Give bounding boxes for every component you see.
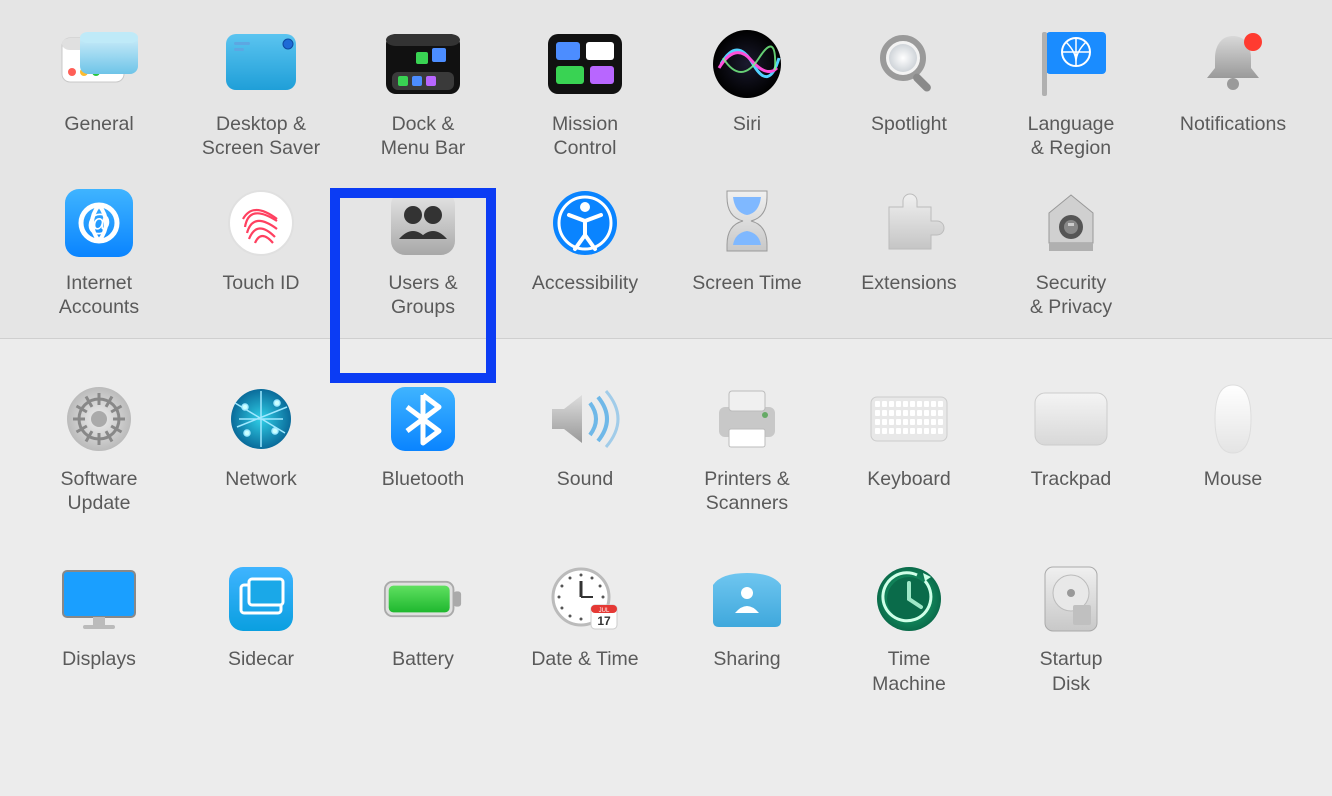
prefpane-label: Battery bbox=[392, 647, 454, 671]
prefpane-language-region[interactable]: Language & Region bbox=[990, 20, 1152, 161]
accessibility-icon bbox=[545, 183, 625, 263]
prefpane-touch-id[interactable]: Touch ID bbox=[180, 179, 342, 320]
prefpane-internet-accounts[interactable]: @ Internet Accounts bbox=[18, 179, 180, 320]
prefpane-label: Time Machine bbox=[872, 647, 946, 696]
prefpane-label: Software Update bbox=[61, 467, 138, 516]
trackpad-icon bbox=[1031, 379, 1111, 459]
extensions-icon bbox=[869, 183, 949, 263]
prefpane-bluetooth[interactable]: Bluetooth bbox=[342, 375, 504, 516]
prefpane-label: Sound bbox=[557, 467, 613, 491]
prefpane-security-privacy[interactable]: Security & Privacy bbox=[990, 179, 1152, 320]
svg-text:17: 17 bbox=[597, 614, 611, 628]
siri-icon bbox=[707, 24, 787, 104]
prefpane-label: Accessibility bbox=[532, 271, 638, 295]
notifications-icon bbox=[1193, 24, 1273, 104]
prefpane-label: Sidecar bbox=[228, 647, 294, 671]
internet-accounts-icon: @ bbox=[59, 183, 139, 263]
prefpane-label: Network bbox=[225, 467, 297, 491]
prefpane-sharing[interactable]: Sharing bbox=[666, 555, 828, 696]
sidecar-icon bbox=[221, 559, 301, 639]
prefpane-label: Notifications bbox=[1180, 112, 1286, 136]
screen-time-icon bbox=[707, 183, 787, 263]
users-groups-icon bbox=[383, 183, 463, 263]
startup-disk-icon bbox=[1031, 559, 1111, 639]
prefpane-label: Displays bbox=[62, 647, 136, 671]
prefpane-label: Mission Control bbox=[552, 112, 618, 161]
language-region-icon bbox=[1031, 24, 1111, 104]
spotlight-icon bbox=[869, 24, 949, 104]
preferences-section-hardware: Software Update Network Bluetooth Sound … bbox=[0, 339, 1332, 715]
mission-control-icon bbox=[545, 24, 625, 104]
sharing-icon bbox=[707, 559, 787, 639]
prefpane-label: Screen Time bbox=[692, 271, 801, 295]
prefpane-label: Startup Disk bbox=[1040, 647, 1103, 696]
prefpane-label: Printers & Scanners bbox=[704, 467, 790, 516]
prefpane-extensions[interactable]: Extensions bbox=[828, 179, 990, 320]
prefpane-battery[interactable]: Battery bbox=[342, 555, 504, 696]
prefpane-label: Desktop & Screen Saver bbox=[202, 112, 320, 161]
prefpane-label: Siri bbox=[733, 112, 761, 136]
prefpane-screen-time[interactable]: Screen Time bbox=[666, 179, 828, 320]
prefpane-label: Language & Region bbox=[1028, 112, 1115, 161]
prefpane-startup-disk[interactable]: Startup Disk bbox=[990, 555, 1152, 696]
svg-text:@: @ bbox=[87, 210, 110, 237]
prefpane-sound[interactable]: Sound bbox=[504, 375, 666, 516]
prefpane-mission-control[interactable]: Mission Control bbox=[504, 20, 666, 161]
desktop-screensaver-icon bbox=[221, 24, 301, 104]
prefpane-time-machine[interactable]: Time Machine bbox=[828, 555, 990, 696]
bluetooth-icon bbox=[383, 379, 463, 459]
prefpane-notifications[interactable]: Notifications bbox=[1152, 20, 1314, 161]
prefpane-keyboard[interactable]: Keyboard bbox=[828, 375, 990, 516]
prefpane-label: Dock & Menu Bar bbox=[381, 112, 466, 161]
keyboard-icon bbox=[869, 379, 949, 459]
prefpane-label: Extensions bbox=[861, 271, 956, 295]
printers-scanners-icon bbox=[707, 379, 787, 459]
mouse-icon bbox=[1193, 379, 1273, 459]
displays-icon bbox=[59, 559, 139, 639]
prefpane-printers-scanners[interactable]: Printers & Scanners bbox=[666, 375, 828, 516]
preferences-section-personal: General Desktop & Screen Saver Dock & Me… bbox=[0, 0, 1332, 339]
security-privacy-icon bbox=[1031, 183, 1111, 263]
prefpane-general[interactable]: General bbox=[18, 20, 180, 161]
prefpane-label: Security & Privacy bbox=[1030, 271, 1112, 320]
prefpane-mouse[interactable]: Mouse bbox=[1152, 375, 1314, 516]
prefpane-label: Touch ID bbox=[223, 271, 300, 295]
battery-icon bbox=[383, 559, 463, 639]
dock-menubar-icon bbox=[383, 24, 463, 104]
prefpane-dock-menubar[interactable]: Dock & Menu Bar bbox=[342, 20, 504, 161]
software-update-icon bbox=[59, 379, 139, 459]
prefpane-software-update[interactable]: Software Update bbox=[18, 375, 180, 516]
prefpane-label: Trackpad bbox=[1031, 467, 1112, 491]
prefpane-desktop-screensaver[interactable]: Desktop & Screen Saver bbox=[180, 20, 342, 161]
prefpane-siri[interactable]: Siri bbox=[666, 20, 828, 161]
prefpane-sidecar[interactable]: Sidecar bbox=[180, 555, 342, 696]
prefpane-label: Date & Time bbox=[531, 647, 638, 671]
prefpane-trackpad[interactable]: Trackpad bbox=[990, 375, 1152, 516]
prefpane-label: Users & Groups bbox=[388, 271, 457, 320]
prefpane-displays[interactable]: Displays bbox=[18, 555, 180, 696]
prefpane-users-groups[interactable]: Users & Groups bbox=[342, 179, 504, 320]
prefpane-accessibility[interactable]: Accessibility bbox=[504, 179, 666, 320]
prefpane-label: Internet Accounts bbox=[59, 271, 139, 320]
prefpane-label: Spotlight bbox=[871, 112, 947, 136]
prefpane-label: Sharing bbox=[713, 647, 780, 671]
prefpane-label: Bluetooth bbox=[382, 467, 464, 491]
general-icon bbox=[59, 24, 139, 104]
prefpane-network[interactable]: Network bbox=[180, 375, 342, 516]
prefpane-label: Keyboard bbox=[867, 467, 950, 491]
sound-icon bbox=[545, 379, 625, 459]
date-time-icon: JUL 17 bbox=[545, 559, 625, 639]
time-machine-icon bbox=[869, 559, 949, 639]
prefpane-label: General bbox=[64, 112, 133, 136]
prefpane-spotlight[interactable]: Spotlight bbox=[828, 20, 990, 161]
prefpane-label: Mouse bbox=[1204, 467, 1263, 491]
touch-id-icon bbox=[221, 183, 301, 263]
network-icon bbox=[221, 379, 301, 459]
prefpane-date-time[interactable]: JUL 17 Date & Time bbox=[504, 555, 666, 696]
